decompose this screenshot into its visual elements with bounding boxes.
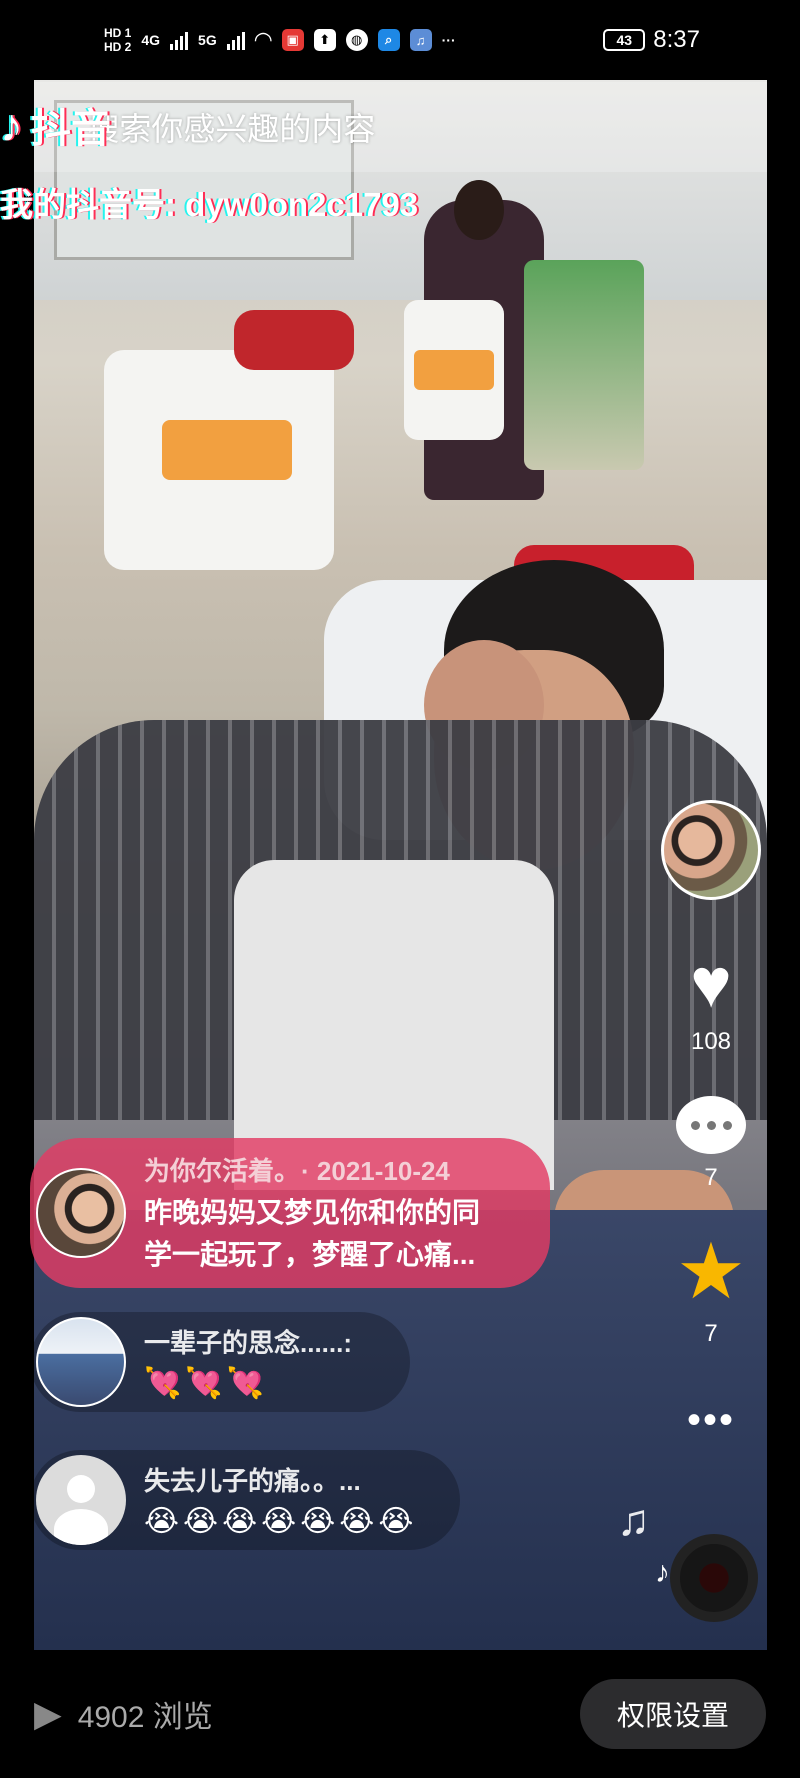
stroller [524,260,644,470]
comment-body: 一辈子的思念......: 💘💘💘 [144,1323,352,1401]
bed-rail-2-stripe [414,350,494,390]
battery-icon: 43 [603,29,646,51]
bed-rail-1-stripe [162,420,292,480]
comment-highlight[interactable]: 为你尔活着。 · 2021-10-24 昨晚妈妈又梦见你和你的同 学一起玩了，梦醒… [30,1138,550,1288]
signal-icon-2 [226,30,245,50]
music-note-small-icon: ♪ [655,1556,670,1589]
star-icon[interactable]: ★ [676,1232,746,1310]
status-left: HD 1 HD 2 4G 5G ◠ ▣ ⬆ ◍ ⌕ ♫ ··· [104,26,456,54]
action-column: ♥ 108 7 ★ 7 ••• [656,800,766,1443]
default-avatar-icon [36,1455,126,1545]
heart-icon[interactable]: ♥ [690,948,732,1018]
person-head [454,180,504,240]
view-count: 4902 浏览 [77,1701,213,1734]
status-more: ··· [441,32,456,48]
music-note-icon: ♫ [617,1496,650,1545]
clock: 8:37 [653,26,700,53]
hd1-label: HD 1 [104,26,132,40]
comment-author: 为你尔活着。 [144,1155,288,1186]
signal-icon [170,30,189,50]
favorite-count: 7 [704,1320,718,1347]
search-bar[interactable]: ‹ 搜索你感兴趣的内容 [34,82,767,172]
upload-icon: ⬆ [313,29,336,51]
comment-header: 为你尔活着。 · 2021-10-24 [144,1151,480,1188]
status-bar: HD 1 HD 2 4G 5G ◠ ▣ ⬆ ◍ ⌕ ♫ ··· 43 8:37 [0,0,800,80]
music-app-icon: ♫ [409,29,432,51]
comment-item[interactable]: 一辈子的思念......: 💘💘💘 [30,1312,410,1412]
wifi-icon: ◠ [254,27,272,52]
comment-body: 为你尔活着。 · 2021-10-24 昨晚妈妈又梦见你和你的同 学一起玩了，梦醒… [144,1151,480,1276]
music-disc-icon[interactable] [670,1534,758,1622]
network-5g: 5G [198,32,217,48]
comment-avatar [36,1317,126,1407]
comment-avatar [36,1168,126,1258]
author-avatar[interactable] [661,800,761,900]
more-icon[interactable]: ••• [687,1398,735,1443]
permission-settings-button[interactable]: 权限设置 [580,1679,766,1749]
comment-emoji: 💘💘💘 [144,1367,269,1400]
comment-date: · 2021-10-24 [301,1155,450,1186]
play-icon: ▶ [34,1693,62,1734]
comment-author: 一辈子的思念......: [144,1328,353,1358]
like-count: 108 [690,1028,732,1055]
hd-indicator: HD 1 HD 2 [104,26,131,54]
watermark-logo-text: 抖音 [31,107,111,151]
search-placeholder[interactable]: 搜索你感兴趣的内容 [87,104,375,150]
network-4g: 4G [141,32,161,48]
hd2-label: HD 2 [104,40,132,54]
red-app-icon: ▣ [281,29,304,51]
comment-item[interactable]: 失去儿子的痛。。... 😭😭😭😭😭😭😭 [30,1450,460,1550]
comment-count: 7 [704,1164,718,1191]
comment-text-line1: 昨晚妈妈又梦见你和你的同 [144,1196,481,1228]
watermark-id: 我的抖音号: dyw0on2c1793 [0,186,419,223]
comment-body: 失去儿子的痛。。... 😭😭😭😭😭😭😭 [144,1461,417,1539]
bottom-bar: ▶ 4902 浏览 权限设置 [0,1650,800,1778]
search-app-icon: ⌕ [377,29,400,51]
comment-text-line2: 学一起玩了，梦醒了心痛... [144,1238,476,1270]
status-right: 43 8:37 [603,26,700,54]
comment-author: 失去儿子的痛。。... [144,1466,361,1496]
tiktok-logo-icon: ♪ [0,99,23,151]
comment-icon[interactable] [676,1096,746,1154]
ball-icon: ◍ [345,29,368,51]
douyin-watermark: ♪ 抖音 [0,96,111,154]
red-blanket [234,310,354,370]
comment-emoji: 😭😭😭😭😭😭😭 [144,1505,418,1538]
